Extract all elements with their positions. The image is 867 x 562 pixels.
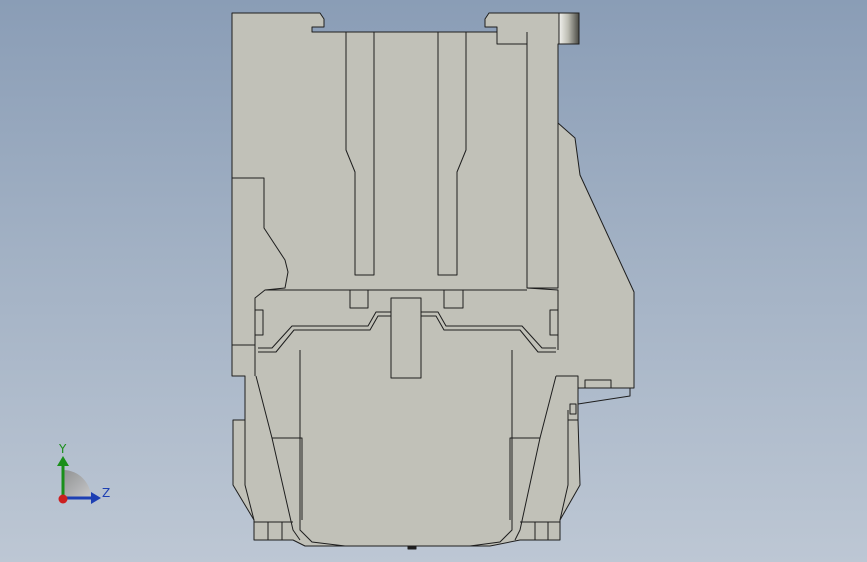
square-window-right — [443, 289, 464, 309]
top-pin — [558, 12, 580, 45]
z-axis-label: Z — [102, 486, 111, 500]
orientation-triad[interactable] — [57, 456, 101, 504]
y-axis-label: Y — [59, 442, 67, 456]
z-axis-arrow-icon — [91, 492, 101, 504]
y-axis-arrow-icon — [57, 456, 69, 466]
housing-outline — [231, 12, 635, 547]
right-small-pin — [569, 403, 577, 415]
triad-quadrant — [63, 470, 91, 498]
graphics-viewport[interactable]: Y Z — [0, 0, 867, 562]
center-plunger — [390, 297, 422, 379]
x-axis-dot-icon — [58, 494, 68, 504]
right-clip — [584, 379, 612, 389]
right-tab — [577, 387, 631, 405]
square-window-left — [349, 289, 369, 309]
part-drawing — [57, 12, 635, 550]
part-body — [231, 12, 635, 550]
bottom-nub — [407, 545, 417, 550]
